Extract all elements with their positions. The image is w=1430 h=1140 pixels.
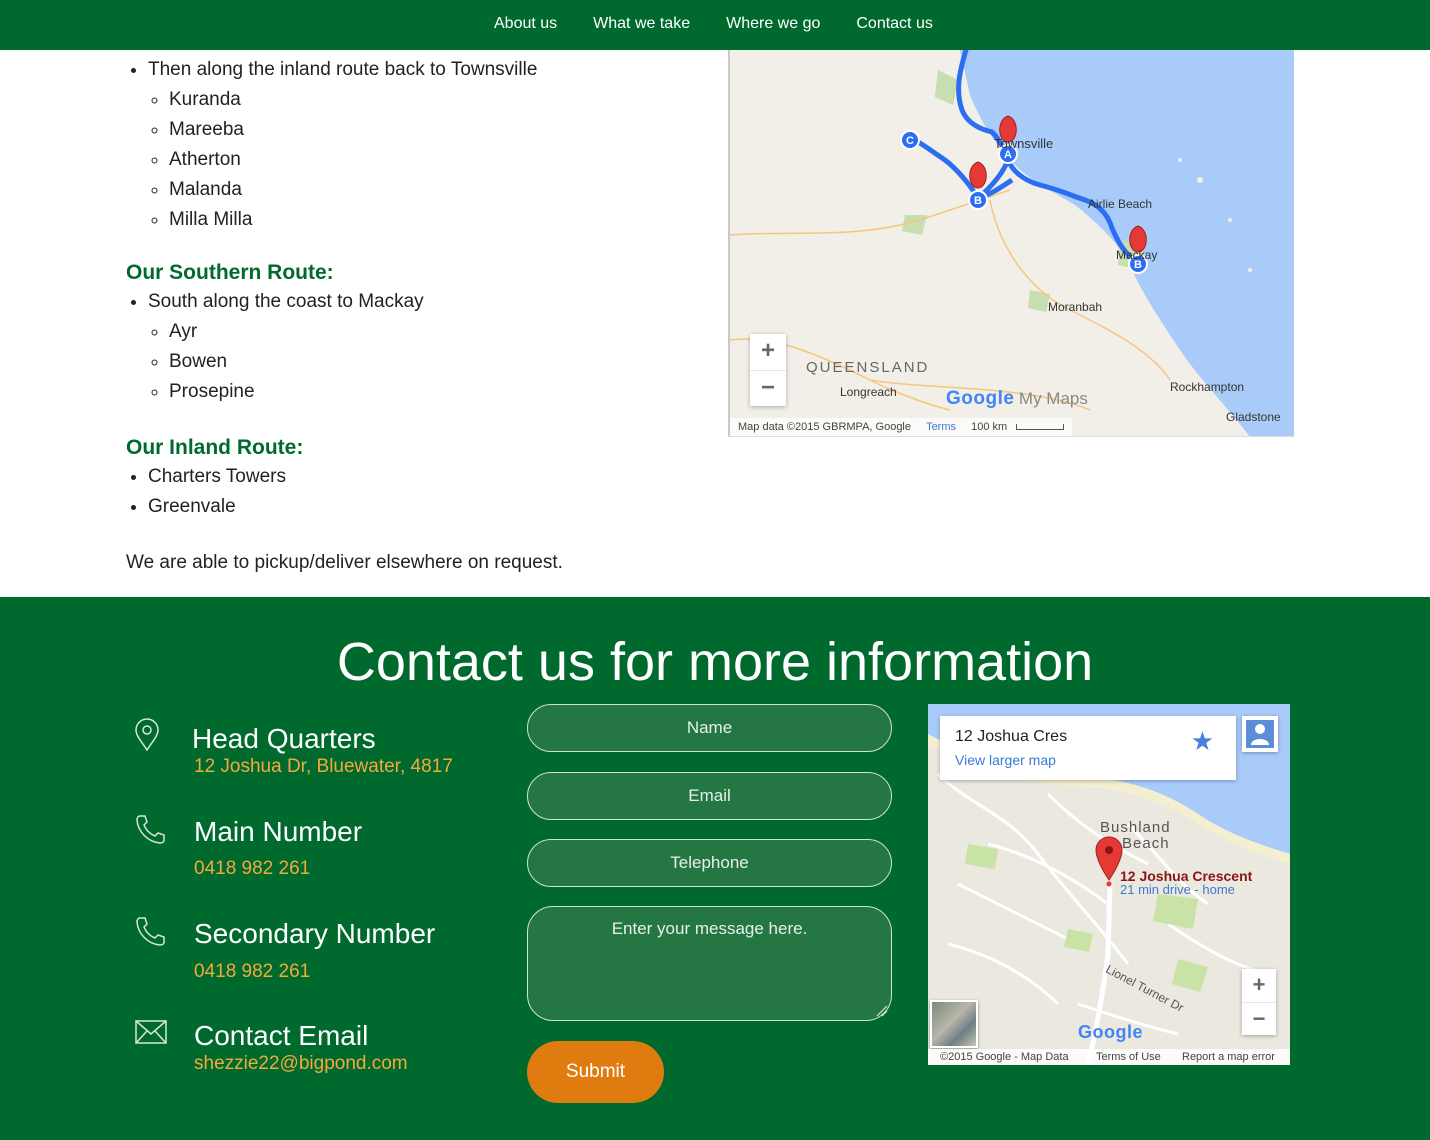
pickup-note: We are able to pickup/deliver elsewhere … <box>126 552 563 573</box>
location-map[interactable]: 12 Joshua Cres View larger map ★ Bushlan… <box>928 704 1290 1065</box>
location-pin-icon <box>135 718 159 752</box>
svg-text:C: C <box>906 135 914 147</box>
place-name: 12 Joshua Cres <box>955 728 1068 745</box>
svg-text:B: B <box>974 195 982 207</box>
route-map-zoom-out-button[interactable]: − <box>750 370 786 406</box>
route-map-footer: Map data ©2015 GBRMPA, Google Terms 100 … <box>730 418 1073 436</box>
view-larger-map-link[interactable]: View larger map <box>955 752 1056 768</box>
contact-section: Contact us for more information Head Qua… <box>0 597 1430 1140</box>
route-stop: Atherton <box>169 145 686 175</box>
main-number-title: Main Number <box>194 816 363 847</box>
pegman-button[interactable] <box>1242 716 1278 752</box>
secondary-number-title: Secondary Number <box>194 918 436 949</box>
label-mackay: Mackay <box>1116 248 1158 262</box>
route-map-terms-link[interactable]: Terms <box>926 421 956 433</box>
route-map-zoom-controls: + − <box>750 334 786 406</box>
report-map-error-link[interactable]: Report a map error <box>1182 1049 1275 1065</box>
label-bushland: Bushland <box>1100 819 1171 836</box>
phone-icon <box>136 815 165 844</box>
scale-bar <box>1016 424 1065 431</box>
route-map-canvas: A B B C <box>730 50 1294 436</box>
location-map-zoom-controls: + − <box>1242 969 1276 1035</box>
label-beach: Beach <box>1122 835 1170 852</box>
message-placeholder: Enter your message here. <box>611 919 808 938</box>
main-number-value[interactable]: 0418 982 261 <box>194 857 310 881</box>
place-card: 12 Joshua Cres View larger map ★ <box>940 716 1236 780</box>
contact-email-value[interactable]: shezzie22@bigpond.com <box>194 1052 408 1076</box>
route-map[interactable]: A B B C Townsville Airlie Beach Mackay M… <box>728 50 1294 437</box>
label-townsville: Townsville <box>994 136 1054 151</box>
location-map-zoom-in-button[interactable]: + <box>1242 969 1276 1002</box>
resize-handle-icon[interactable] <box>874 1003 888 1017</box>
name-input[interactable]: Name <box>527 704 892 752</box>
envelope-icon <box>135 1020 167 1044</box>
inland-route-heading: Our Inland Route: <box>126 436 304 459</box>
label-rockhampton: Rockhampton <box>1170 380 1245 394</box>
route-stop: Bowen <box>169 347 686 377</box>
secondary-number-value[interactable]: 0418 982 261 <box>194 960 310 984</box>
hq-title: Head Quarters <box>192 723 376 754</box>
route-stop: Prosepine <box>169 377 686 407</box>
google-logo: Google <box>1078 1022 1143 1042</box>
label-airlie-beach: Airlie Beach <box>1088 197 1153 211</box>
route-item: Greenvale <box>148 492 686 522</box>
route-stop: Milla Milla <box>169 205 686 235</box>
label-queensland: QUEENSLAND <box>806 359 930 376</box>
route-map-zoom-in-button[interactable]: + <box>750 334 786 370</box>
route-item: Then along the inland route back to Town… <box>148 55 686 235</box>
email-input[interactable]: Email <box>527 772 892 820</box>
label-gladstone: Gladstone <box>1226 410 1281 424</box>
northern-route-tail: Then along the inland route back to Town… <box>126 55 686 235</box>
route-item: Charters Towers <box>148 462 686 492</box>
telephone-input[interactable]: Telephone <box>527 839 892 887</box>
marker-c-icon[interactable]: C <box>900 130 920 150</box>
satellite-toggle[interactable] <box>930 1000 978 1048</box>
location-map-footer: ©2015 Google - Map Data Terms of Use Rep… <box>928 1049 1290 1065</box>
nav-where-we-go[interactable]: Where we go <box>708 0 838 50</box>
label-moranbah: Moranbah <box>1048 300 1103 314</box>
nav-contact-us[interactable]: Contact us <box>838 0 950 50</box>
route-stop: Mareeba <box>169 115 686 145</box>
location-map-zoom-out-button[interactable]: − <box>1242 1002 1276 1035</box>
terms-of-use-link[interactable]: Terms of Use <box>1096 1049 1161 1065</box>
contact-heading: Contact us for more information <box>336 632 1094 692</box>
person-icon <box>1246 720 1274 748</box>
route-item: South along the coast to Mackay Ayr Bowe… <box>148 287 686 407</box>
southern-route-heading: Our Southern Route: <box>126 261 334 284</box>
route-stop: Kuranda <box>169 85 686 115</box>
inland-route: Our Inland Route: Charters Towers Greenv… <box>126 434 686 522</box>
nav-menu: About us What we take Where we go Contac… <box>476 0 951 50</box>
contact-email-title: Contact Email <box>194 1020 369 1051</box>
location-pin-marker-icon[interactable] <box>1095 836 1123 887</box>
phone-icon <box>136 917 165 946</box>
nav-what-we-take[interactable]: What we take <box>575 0 708 50</box>
route-stop: Ayr <box>169 317 686 347</box>
submit-button[interactable]: Submit <box>527 1041 664 1103</box>
southern-route: Our Southern Route: South along the coas… <box>126 259 686 407</box>
label-longreach: Longreach <box>840 385 897 399</box>
route-map-scale: 100 km <box>971 421 1008 433</box>
top-navigation: About us What we take Where we go Contac… <box>0 0 1430 50</box>
google-my-maps-logo: Google My Maps <box>946 388 1088 409</box>
hq-address: 12 Joshua Dr, Bluewater, 4817 <box>194 756 453 777</box>
nav-about-us[interactable]: About us <box>476 0 575 50</box>
route-stop: Malanda <box>169 175 686 205</box>
star-icon[interactable]: ★ <box>1191 726 1214 757</box>
pin-drive-time: 21 min drive - home <box>1120 882 1235 897</box>
message-textarea[interactable]: Enter your message here. <box>527 906 892 1021</box>
